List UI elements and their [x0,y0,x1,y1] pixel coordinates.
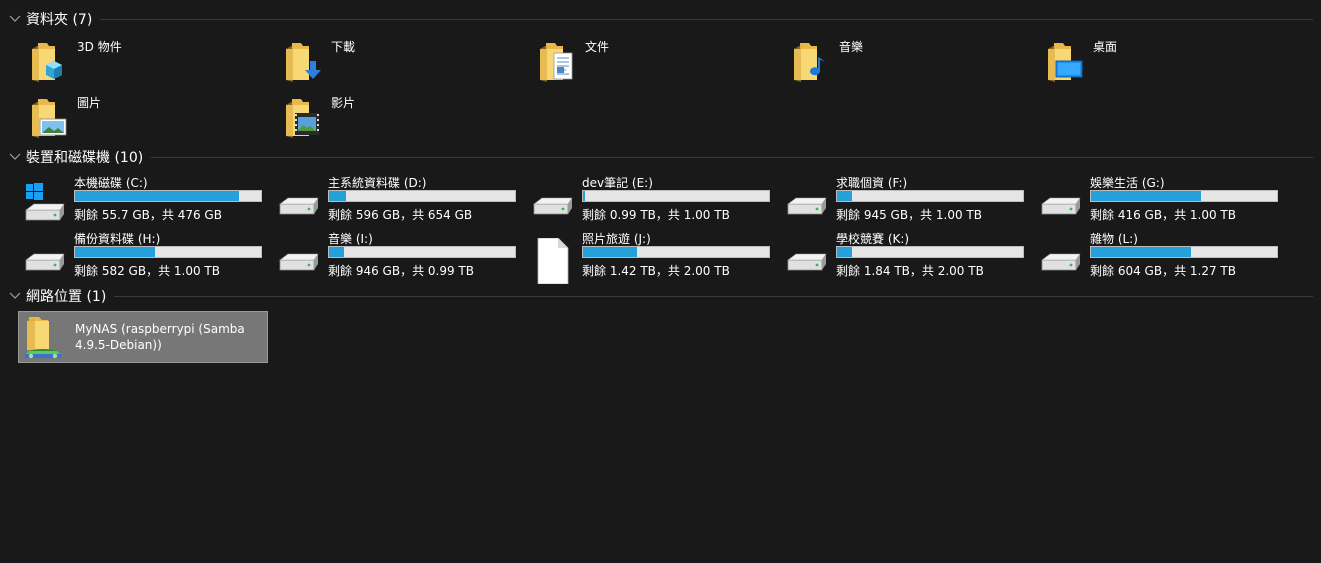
drive-label: 娛樂生活 (G:) [1090,176,1165,190]
folder-label: 圖片 [77,96,102,110]
section-header-folders[interactable]: 資料夾 (7) [8,9,1313,29]
capacity-bar-fill [75,191,239,201]
capacity-bar-fill [329,191,346,201]
drive-item[interactable]: 照片旅遊 (J:) 剩餘 1.42 TB，共 2.00 TB [526,232,776,285]
capacity-bar [328,246,516,258]
hard-drive-icon [1038,238,1084,284]
capacity-bar [582,190,770,202]
capacity-bar [74,246,262,258]
capacity-bar [582,246,770,258]
drive-free-space: 剩餘 1.84 TB，共 2.00 TB [836,264,984,278]
drive-item[interactable]: dev筆記 (E:) 剩餘 0.99 TB，共 1.00 TB [526,176,776,228]
capacity-bar [1090,246,1278,258]
documents-folder-icon [536,39,582,85]
capacity-bar-fill [1091,247,1192,257]
network-item-mynas[interactable]: MyNAS (raspberrypi (Samba 4.9.5-Debian)) [18,311,268,363]
3d-objects-folder-icon [28,39,74,85]
music-folder-icon [790,39,836,85]
folder-label: 音樂 [839,40,864,54]
chevron-down-icon[interactable] [8,150,22,164]
capacity-bar [836,190,1024,202]
drive-free-space: 剩餘 416 GB，共 1.00 TB [1090,208,1236,222]
drive-item[interactable]: 學校競賽 (K:) 剩餘 1.84 TB，共 2.00 TB [780,232,1030,284]
drive-free-space: 剩餘 604 GB，共 1.27 TB [1090,264,1236,278]
capacity-bar [836,246,1024,258]
hard-drive-icon [276,238,322,284]
folder-item[interactable]: 下載 [274,37,524,89]
folder-item[interactable]: 圖片 [20,93,270,145]
drive-free-space: 剩餘 946 GB，共 0.99 TB [328,264,474,278]
capacity-bar-fill [583,247,637,257]
folder-label: 3D 物件 [77,40,122,54]
drive-label: 照片旅遊 (J:) [582,232,651,246]
drive-label: 主系統資料碟 (D:) [328,176,427,190]
videos-folder-icon [282,95,328,141]
drive-free-space: 剩餘 55.7 GB，共 476 GB [74,208,222,222]
chevron-down-icon[interactable] [8,289,22,303]
section-header-devices[interactable]: 裝置和磁碟機 (10) [8,147,1313,167]
drive-label: 求職個資 (F:) [836,176,908,190]
folder-item[interactable]: 音樂 [782,37,1032,89]
drive-label: 備份資料碟 (H:) [74,232,161,246]
hard-drive-icon [22,238,68,284]
capacity-bar-fill [837,247,852,257]
network-folder-icon [21,313,67,361]
hard-drive-icon [530,182,576,228]
drive-item[interactable]: 雜物 (L:) 剩餘 604 GB，共 1.27 TB [1034,232,1284,284]
section-title-folders: 資料夾 (7) [26,12,93,28]
drive-item[interactable]: 備份資料碟 (H:) 剩餘 582 GB，共 1.00 TB [18,232,268,284]
section-header-network[interactable]: 網路位置 (1) [8,286,1313,306]
folder-label: 影片 [331,96,356,110]
folder-item[interactable]: 桌面 [1036,37,1286,89]
drive-label: 本機磁碟 (C:) [74,176,148,190]
drive-free-space: 剩餘 945 GB，共 1.00 TB [836,208,982,222]
hard-drive-icon [784,182,830,228]
drive-item[interactable]: 主系統資料碟 (D:) 剩餘 596 GB，共 654 GB [272,176,522,228]
desktop-folder-icon [1044,39,1090,85]
drive-free-space: 剩餘 1.42 TB，共 2.00 TB [582,264,730,278]
drive-item[interactable]: 音樂 (I:) 剩餘 946 GB，共 0.99 TB [272,232,522,284]
network-item-label: MyNAS (raspberrypi (Samba 4.9.5-Debian)) [75,322,245,352]
folder-label: 下載 [331,40,356,54]
drive-item[interactable]: 娛樂生活 (G:) 剩餘 416 GB，共 1.00 TB [1034,176,1284,228]
folder-item[interactable]: 文件 [528,37,778,89]
chevron-down-icon[interactable] [8,12,22,26]
hard-drive-icon [1038,182,1084,228]
hard-drive-icon [276,182,322,228]
capacity-bar [1090,190,1278,202]
section-title-devices: 裝置和磁碟機 (10) [26,150,144,166]
folder-item[interactable]: 3D 物件 [20,37,270,89]
folder-item[interactable]: 影片 [274,93,524,145]
downloads-folder-icon [282,39,328,85]
drive-free-space: 剩餘 582 GB，共 1.00 TB [74,264,220,278]
pictures-folder-icon [28,95,74,141]
capacity-bar-fill [1091,191,1201,201]
folder-label: 桌面 [1093,40,1118,54]
capacity-bar [328,190,516,202]
section-divider [114,295,1313,297]
blank-file-drive-icon [530,237,576,285]
section-title-network: 網路位置 (1) [26,289,107,305]
drive-label: 音樂 (I:) [328,232,373,246]
drive-item[interactable]: 求職個資 (F:) 剩餘 945 GB，共 1.00 TB [780,176,1030,228]
drive-free-space: 剩餘 596 GB，共 654 GB [328,208,473,222]
drive-free-space: 剩餘 0.99 TB，共 1.00 TB [582,208,730,222]
capacity-bar-fill [329,247,344,257]
capacity-bar-fill [837,191,852,201]
hard-drive-icon [784,238,830,284]
capacity-bar-fill [583,191,585,201]
drive-item[interactable]: 本機磁碟 (C:) 剩餘 55.7 GB，共 476 GB [18,176,268,228]
section-divider [100,18,1313,20]
folder-label: 文件 [585,40,610,54]
drive-label: dev筆記 (E:) [582,176,653,190]
windows-drive-icon [22,182,68,228]
section-divider [151,156,1313,158]
capacity-bar-fill [75,247,155,257]
drive-label: 雜物 (L:) [1090,232,1138,246]
drive-label: 學校競賽 (K:) [836,232,910,246]
capacity-bar [74,190,262,202]
